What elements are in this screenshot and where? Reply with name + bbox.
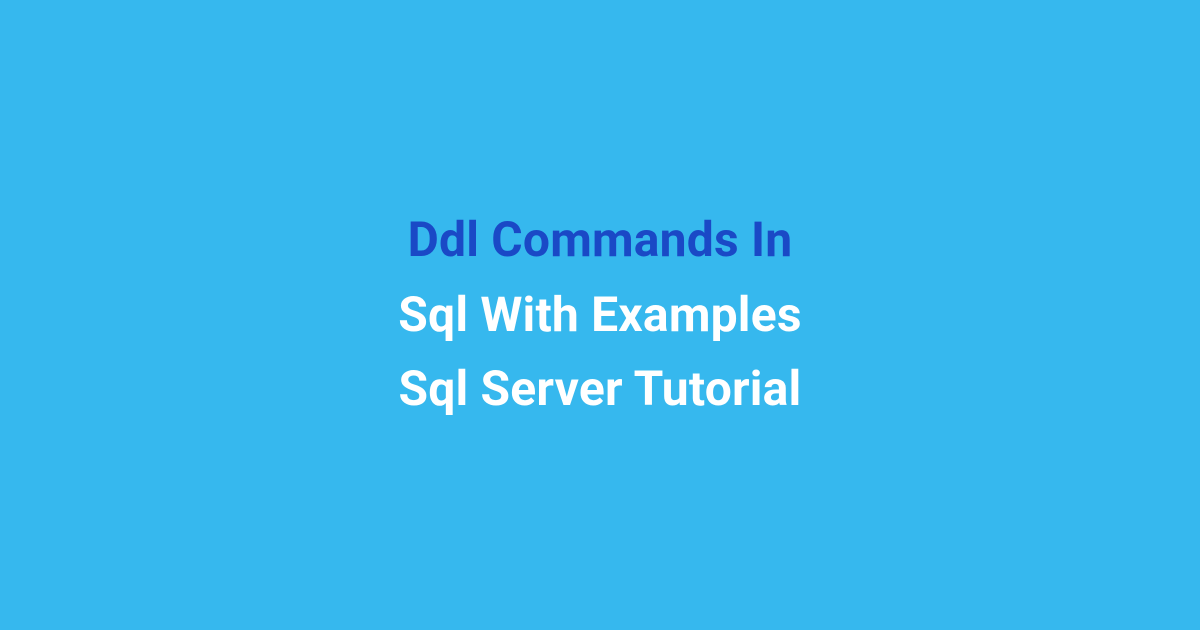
title-line-1: Ddl Commands In — [398, 203, 801, 277]
title-banner: Ddl Commands In Sql With Examples Sql Se… — [398, 203, 801, 426]
title-line-3: Sql Server Tutorial — [398, 352, 801, 426]
title-line-2: Sql With Examples — [398, 278, 801, 352]
